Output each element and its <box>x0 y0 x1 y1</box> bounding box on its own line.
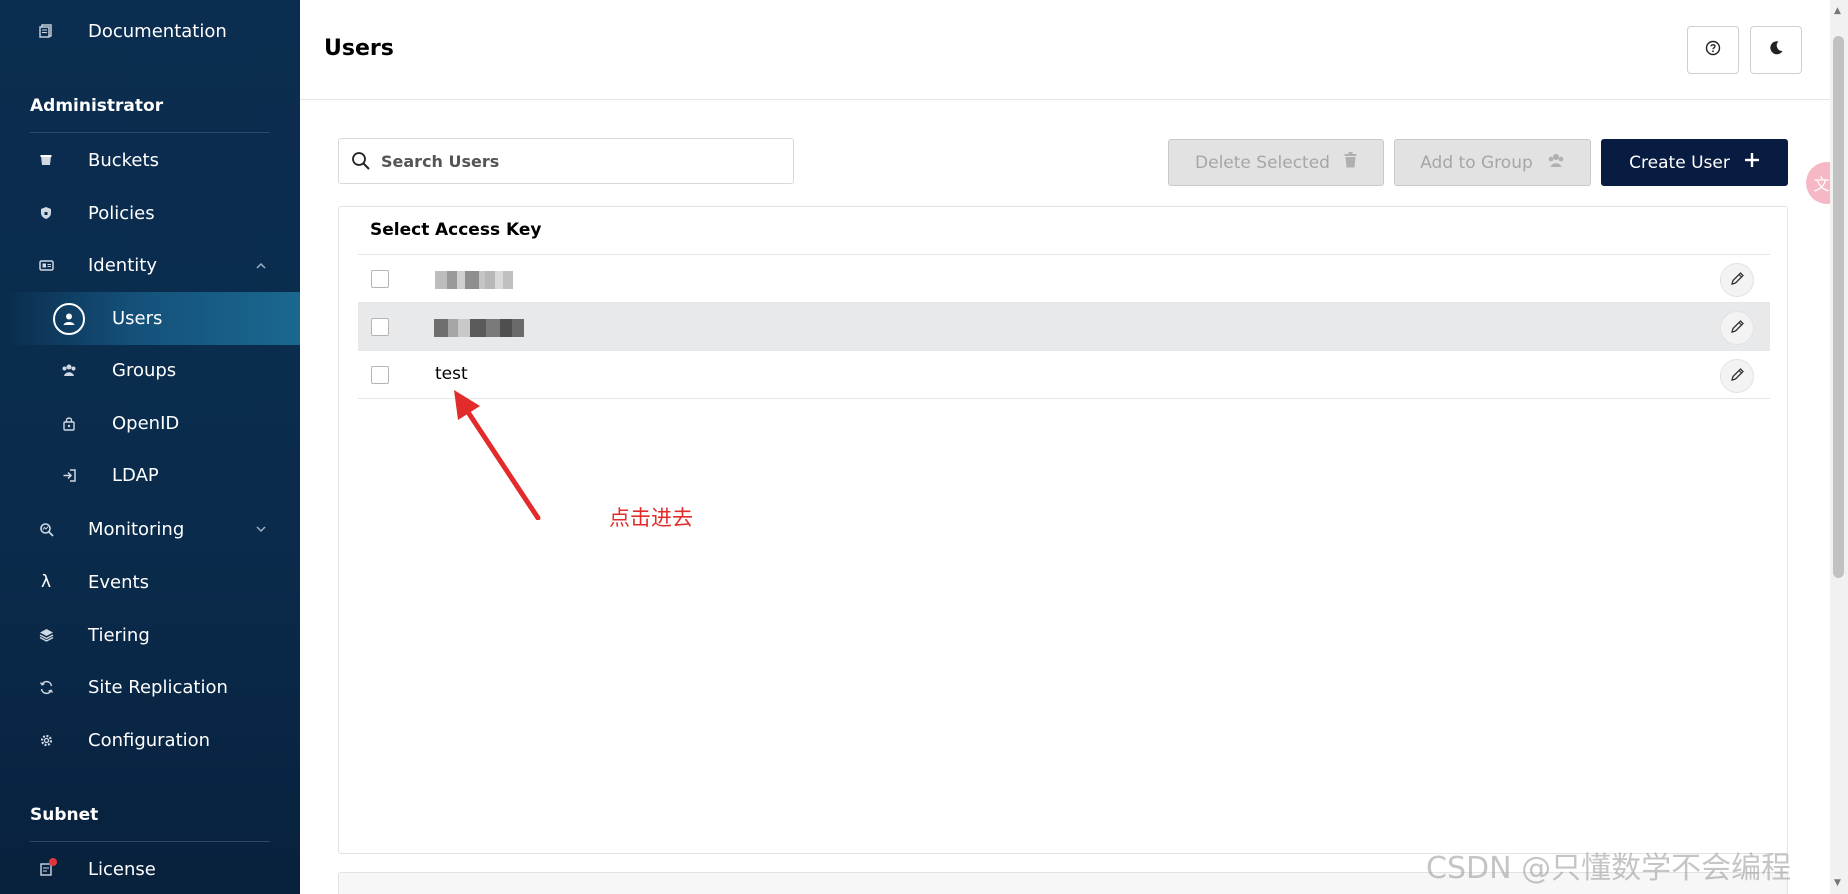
group-icon <box>58 359 80 381</box>
sidebar-item-identity[interactable]: Identity <box>0 240 300 290</box>
column-header-access-key[interactable]: Access Key <box>435 220 541 240</box>
sidebar-item-label: Policies <box>88 202 155 224</box>
page-title: Users <box>324 36 394 61</box>
bucket-icon <box>35 149 57 171</box>
search-input[interactable] <box>381 147 781 175</box>
trash-icon <box>1344 152 1357 173</box>
sidebar-item-label: OpenID <box>112 412 180 434</box>
sidebar-item-license[interactable]: License <box>0 844 300 894</box>
edit-button[interactable] <box>1720 263 1754 297</box>
sync-icon <box>35 676 57 698</box>
login-icon <box>58 464 80 486</box>
sidebar-item-label: Configuration <box>88 729 211 751</box>
pencil-icon <box>1730 319 1745 338</box>
scroll-up-arrow-icon[interactable]: ▲ <box>1834 6 1841 16</box>
sidebar-item-label: Events <box>88 571 149 593</box>
row-checkbox[interactable] <box>371 318 389 336</box>
search-box <box>338 138 794 184</box>
chevron-down-icon[interactable] <box>256 522 266 536</box>
sidebar-item-monitoring[interactable]: Monitoring <box>0 504 300 554</box>
add-to-group-label: Add to Group <box>1420 152 1533 173</box>
magnifier-chart-icon <box>35 518 57 540</box>
row-checkbox[interactable] <box>371 366 389 384</box>
redacted-access-key <box>434 319 524 337</box>
add-to-group-button[interactable]: Add to Group <box>1394 139 1591 186</box>
scroll-thumb[interactable] <box>1833 36 1844 578</box>
lambda-icon: λ <box>40 572 52 592</box>
user-icon <box>53 302 85 335</box>
pencil-icon <box>1730 367 1745 386</box>
sidebar-item-label: Users <box>112 308 163 329</box>
sidebar-item-configuration[interactable]: Configuration <box>0 715 300 765</box>
help-icon <box>1705 40 1721 60</box>
sidebar-item-label: Tiering <box>88 624 150 646</box>
sidebar-item-tiering[interactable]: Tiering <box>0 610 300 660</box>
sidebar-item-label: License <box>88 858 156 880</box>
watermark: CSDN @只懂数学不会编程 <box>1426 851 1792 886</box>
search-icon <box>351 151 371 175</box>
section-divider <box>30 132 270 133</box>
plus-icon <box>1744 152 1760 173</box>
sidebar-item-openid[interactable]: OpenID <box>0 398 300 448</box>
sidebar-item-groups[interactable]: Groups <box>0 345 300 395</box>
sidebar: Documentation Administrator Buckets Poli… <box>0 0 300 894</box>
sidebar-item-buckets[interactable]: Buckets <box>0 135 300 185</box>
table-row[interactable]: test <box>358 351 1770 399</box>
notification-dot <box>49 858 57 866</box>
chevron-up-icon[interactable] <box>256 258 266 272</box>
sidebar-item-policies[interactable]: Policies <box>0 188 300 238</box>
scrollbar[interactable]: ▲ ▼ <box>1830 0 1848 894</box>
delete-selected-button[interactable]: Delete Selected <box>1168 139 1384 186</box>
delete-selected-label: Delete Selected <box>1195 152 1330 173</box>
group-icon <box>1547 153 1565 173</box>
gear-icon <box>35 729 57 751</box>
row-checkbox[interactable] <box>371 270 389 288</box>
section-title-administrator: Administrator <box>30 96 164 116</box>
pencil-icon <box>1730 271 1745 290</box>
sidebar-item-events[interactable]: λ Events <box>0 557 300 607</box>
moon-icon <box>1768 40 1784 60</box>
column-header-select: Select <box>370 220 430 240</box>
sidebar-item-label: LDAP <box>112 464 159 486</box>
help-button[interactable] <box>1687 26 1739 74</box>
sidebar-item-label: Buckets <box>88 149 159 171</box>
annotation-text: 点击进去 <box>609 506 693 530</box>
create-user-label: Create User <box>1629 152 1730 173</box>
sidebar-item-documentation[interactable]: Documentation <box>0 6 300 56</box>
id-card-icon <box>35 254 57 276</box>
create-user-button[interactable]: Create User <box>1601 139 1788 186</box>
dark-mode-toggle[interactable] <box>1750 26 1802 74</box>
sidebar-item-label: Groups <box>112 359 177 381</box>
edit-button[interactable] <box>1720 359 1754 393</box>
shield-icon <box>35 202 57 224</box>
sidebar-item-ldap[interactable]: LDAP <box>0 450 300 500</box>
annotation-arrow <box>454 390 541 520</box>
document-icon <box>35 20 57 42</box>
table-row[interactable] <box>358 255 1770 303</box>
sidebar-item-label: Documentation <box>88 20 227 42</box>
sidebar-item-users[interactable]: Users <box>0 292 300 345</box>
sidebar-item-label: Monitoring <box>88 518 185 540</box>
sidebar-item-label: Identity <box>88 254 157 276</box>
layers-icon <box>35 624 57 646</box>
redacted-access-key <box>435 271 513 289</box>
page-header: Users <box>300 0 1830 100</box>
sidebar-item-label: Site Replication <box>88 676 228 698</box>
sidebar-item-site-replication[interactable]: Site Replication <box>0 662 300 712</box>
scroll-down-arrow-icon[interactable]: ▼ <box>1834 878 1841 888</box>
section-title-subnet: Subnet <box>30 805 99 825</box>
section-divider <box>30 841 270 842</box>
table-row[interactable] <box>358 303 1770 351</box>
edit-button[interactable] <box>1720 311 1754 345</box>
lock-icon <box>58 412 80 434</box>
